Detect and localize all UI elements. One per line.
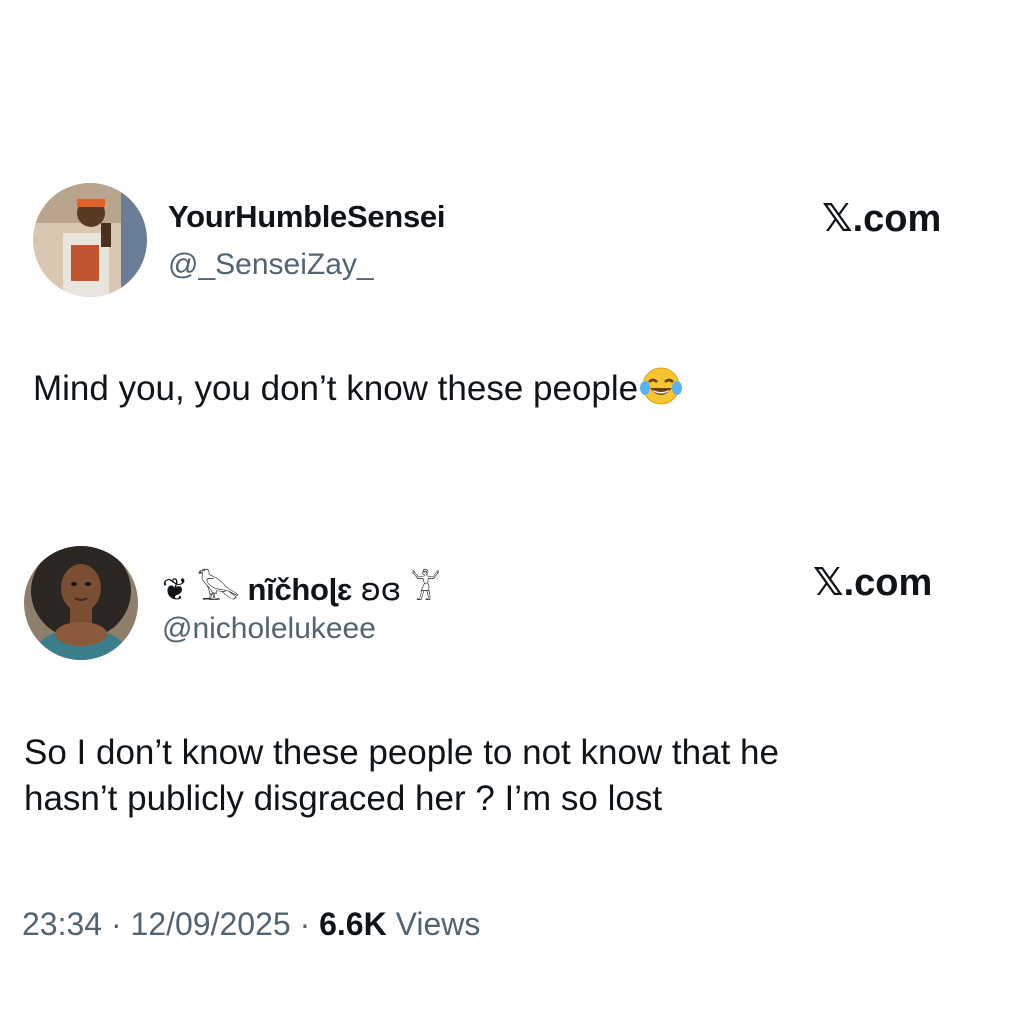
x-brand-label: 𝕏.com xyxy=(822,198,942,240)
display-name-text: nĩčhoɭɛ xyxy=(247,572,353,607)
tweet-date[interactable]: 12/09/2025 xyxy=(131,906,291,942)
face-with-tears-of-joy-icon xyxy=(640,366,683,418)
display-name[interactable]: ❦ 𓅂 nĩčhoɭɛ ʚɞ 𓀠 xyxy=(162,560,441,611)
tweet-time[interactable]: 23:34 xyxy=(22,906,102,942)
tweet-text-content: Mind you, you don’t know these people xyxy=(33,369,639,408)
tweet-meta: 23:34 · 12/09/2025 · 6.6K Views xyxy=(22,906,480,943)
x-brand-label: 𝕏.com xyxy=(813,562,933,604)
tweet-text: Mind you, you don’t know these people xyxy=(33,366,683,418)
name-decoration-prefix: ❦ 𓅂 xyxy=(162,572,240,608)
avatar-photo-icon xyxy=(24,546,138,660)
user-handle[interactable]: @nicholelukeee xyxy=(162,612,376,646)
avatar[interactable] xyxy=(24,546,138,660)
tweet-text-line: hasn’t publicly disgraced her ? I’m so l… xyxy=(24,779,663,818)
views-count[interactable]: 6.6K xyxy=(319,906,387,942)
separator: · xyxy=(102,906,131,942)
name-decoration-suffix: ʚɞ 𓀠 xyxy=(360,572,441,608)
avatar-photo-icon xyxy=(33,183,147,297)
tweet-card-1: YourHumbleSensei @_SenseiZay_ 𝕏.com Mind… xyxy=(0,0,1024,460)
display-name[interactable]: YourHumbleSensei xyxy=(168,199,445,235)
tweet-text: So I don’t know these people to not know… xyxy=(24,730,779,822)
separator: · xyxy=(290,906,320,942)
user-handle[interactable]: @_SenseiZay_ xyxy=(168,248,374,282)
avatar[interactable] xyxy=(33,183,147,297)
views-label: Views xyxy=(386,906,481,942)
tweet-text-line: So I don’t know these people to not know… xyxy=(24,733,779,772)
